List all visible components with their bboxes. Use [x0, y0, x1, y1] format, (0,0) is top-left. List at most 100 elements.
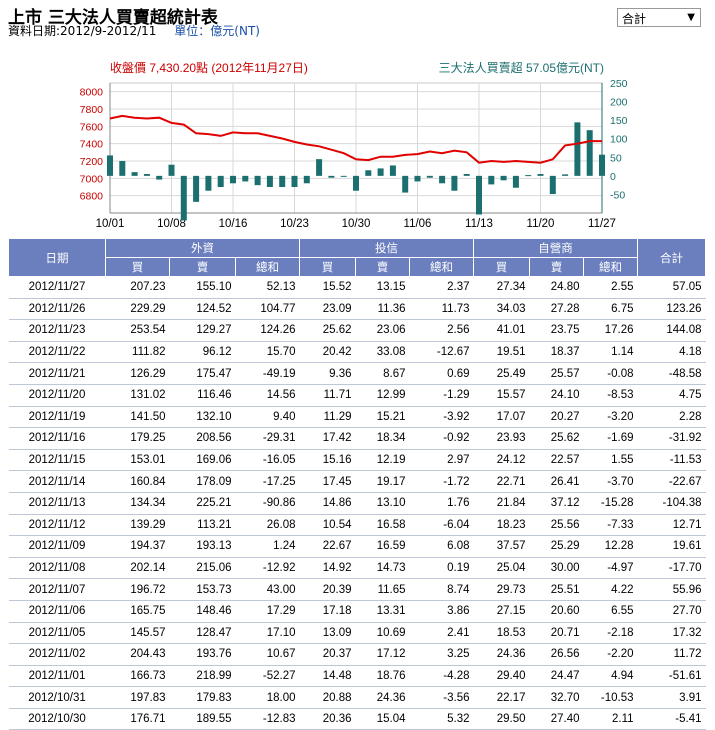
row-date: 2012/11/15 — [8, 449, 106, 472]
row-value: 17.18 — [299, 600, 356, 623]
row-value: -12.83 — [235, 708, 300, 730]
row-value: 166.73 — [105, 665, 170, 688]
row-value: 179.25 — [105, 427, 170, 450]
row-value: 10.69 — [355, 622, 410, 645]
row-value: -3.70 — [583, 470, 638, 493]
table-row: 2012/11/22 111.82 96.12 15.70 20.42 33.08 -12.… — [8, 341, 706, 364]
row-value: -52.27 — [235, 665, 300, 688]
row-value: 24.47 — [529, 665, 584, 688]
row-value: 176.71 — [105, 708, 170, 730]
row-value: 57.05 — [637, 276, 706, 299]
row-value: 124.52 — [169, 298, 236, 321]
row-value: 20.27 — [529, 406, 584, 429]
row-value: 113.21 — [169, 514, 236, 537]
row-date: 2012/11/23 — [8, 319, 106, 342]
table-row: 2012/11/06 165.75 148.46 17.29 17.18 13.31 3.8… — [8, 600, 706, 623]
date-range: 資料日期:2012/9-2012/11 — [8, 24, 157, 38]
row-value: 153.73 — [169, 578, 236, 601]
row-value: 22.17 — [473, 686, 530, 709]
y-right-tick: 100 — [610, 134, 628, 146]
table-row: 2012/10/30 176.71 189.55 -12.83 20.36 15.04 5.… — [8, 708, 706, 730]
row-value: 18.53 — [473, 622, 530, 645]
row-value: 25.51 — [529, 578, 584, 601]
row-value: 0.19 — [409, 557, 474, 580]
row-value: 18.00 — [235, 686, 300, 709]
row-value: 20.88 — [299, 686, 356, 709]
row-value: 14.56 — [235, 384, 300, 407]
row-value: 13.15 — [355, 276, 410, 299]
flow-table: 日期 外資 投信 自營商 合計 買賣總和買賣總和買賣總和 2012/11/27 2… — [8, 238, 707, 730]
flow-bar — [279, 175, 286, 187]
row-value: 11.65 — [355, 578, 410, 601]
table-row: 2012/11/26 229.29 124.52 104.77 23.09 11.36 11… — [8, 298, 706, 321]
row-value: 2.56 — [409, 319, 474, 342]
row-value: 126.29 — [105, 362, 170, 385]
flow-bar — [439, 175, 446, 184]
row-value: 20.39 — [299, 578, 356, 601]
row-value: 2.97 — [409, 449, 474, 472]
row-value: 19.51 — [473, 341, 530, 364]
row-value: 175.47 — [169, 362, 236, 385]
row-value: 193.13 — [169, 535, 236, 558]
row-value: 23.93 — [473, 427, 530, 450]
row-date: 2012/11/21 — [8, 362, 106, 385]
row-value: 25.56 — [529, 514, 584, 537]
row-value: 20.71 — [529, 622, 584, 645]
row-value: -22.67 — [637, 470, 706, 493]
row-value: 194.37 — [105, 535, 170, 558]
row-value: 14.73 — [355, 557, 410, 580]
table-row: 2012/11/01 166.73 218.99 -52.27 14.48 18.76 -4… — [8, 665, 706, 688]
flow-bar — [193, 175, 200, 202]
dealer-header: 自營商 — [472, 238, 639, 258]
row-value: 20.42 — [299, 341, 356, 364]
unit-label: 單位：億元(NT) — [174, 24, 260, 38]
row-value: 8.67 — [355, 362, 410, 385]
flow-bar — [476, 175, 482, 215]
col-date-header: 日期 — [8, 238, 106, 277]
flow-bar — [365, 170, 372, 176]
row-value: 13.10 — [355, 492, 410, 515]
row-value: -1.69 — [583, 427, 638, 450]
investor-type-select[interactable]: 合計 ▼ — [617, 8, 701, 27]
row-value: 18.76 — [355, 665, 410, 688]
row-value: 41.01 — [473, 319, 530, 342]
y-left-tick: 7800 — [80, 104, 104, 116]
row-value: 253.54 — [105, 319, 170, 342]
row-value: 37.57 — [473, 535, 530, 558]
row-value: 204.43 — [105, 643, 170, 666]
row-date: 2012/11/20 — [8, 384, 106, 407]
flow-bar — [328, 175, 335, 178]
row-value: 215.06 — [169, 557, 236, 580]
row-value: 189.55 — [169, 708, 236, 730]
foreign-header: 外資 — [105, 238, 300, 258]
row-value: 25.04 — [473, 557, 530, 580]
row-value: 24.12 — [473, 449, 530, 472]
row-value: 18.34 — [355, 427, 410, 450]
row-value: 13.09 — [299, 622, 356, 645]
table-row: 2012/11/15 153.01 169.06 -16.05 15.16 12.19 2.… — [8, 449, 706, 472]
row-value: 134.34 — [105, 492, 170, 515]
row-date: 2012/11/26 — [8, 298, 106, 321]
table-row: 2012/11/02 204.43 193.76 10.67 20.37 17.12 3.2… — [8, 643, 706, 666]
row-value: 25.49 — [473, 362, 530, 385]
row-value: -51.61 — [637, 665, 706, 688]
flow-bar — [107, 155, 113, 176]
row-value: 15.04 — [355, 708, 410, 730]
row-value: 4.18 — [637, 341, 706, 364]
row-date: 2012/10/31 — [8, 686, 106, 709]
row-value: 23.75 — [529, 319, 584, 342]
row-value: 11.73 — [409, 298, 474, 321]
table-row: 2012/11/12 139.29 113.21 26.08 10.54 16.58 -6.… — [8, 514, 706, 537]
row-value: 4.94 — [583, 665, 638, 688]
row-date: 2012/10/30 — [8, 708, 106, 730]
row-value: 25.29 — [529, 535, 584, 558]
row-value: 153.01 — [105, 449, 170, 472]
flow-bar — [512, 175, 519, 188]
table-row: 2012/11/27 207.23 155.10 52.13 15.52 13.15 2.3… — [8, 276, 706, 299]
row-value: 160.84 — [105, 470, 170, 493]
table-row: 2012/11/13 134.34 225.21 -90.86 14.86 13.10 1.… — [8, 492, 706, 515]
y-left-tick: 7400 — [80, 139, 104, 151]
flow-bar — [574, 122, 581, 176]
row-value: 17.12 — [355, 643, 410, 666]
row-value: 17.29 — [235, 600, 300, 623]
